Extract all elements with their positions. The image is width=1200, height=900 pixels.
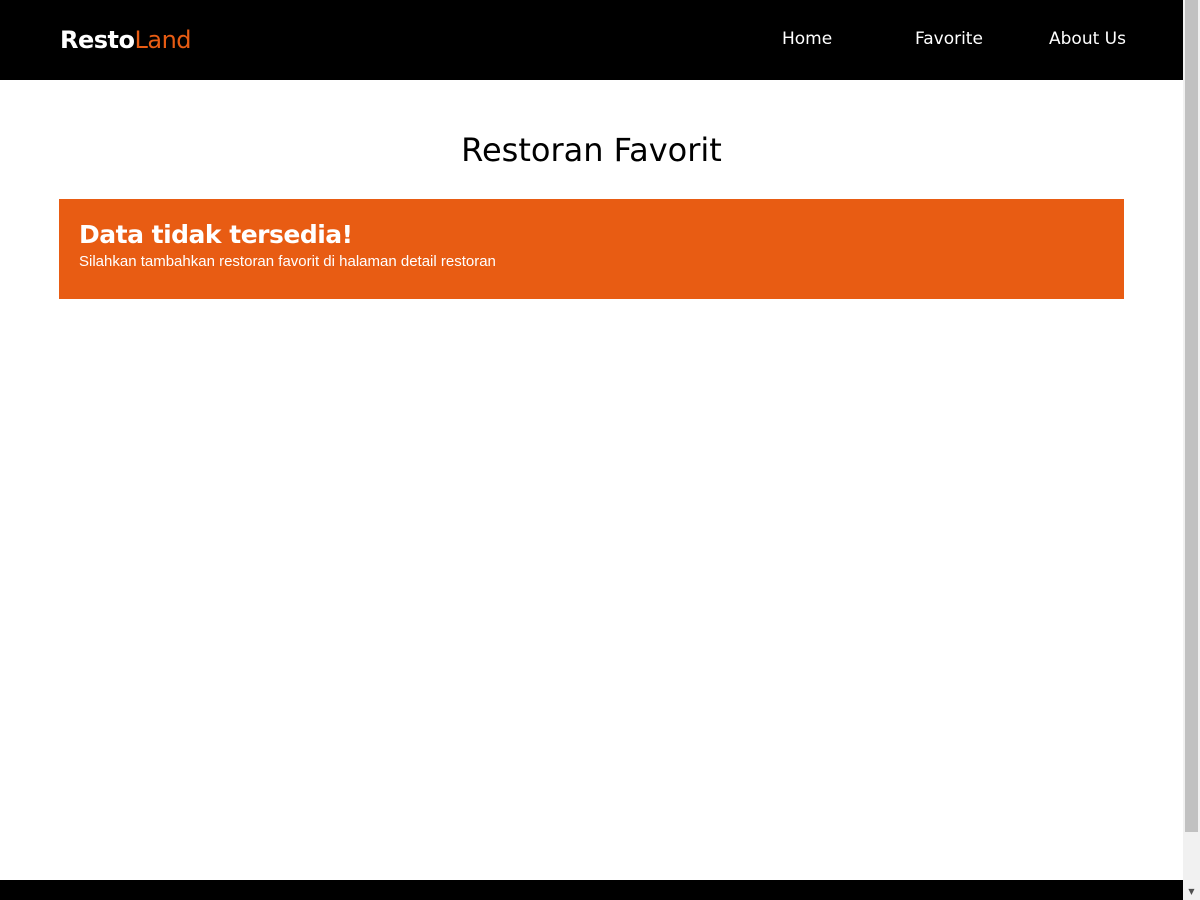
nav-link-about-us[interactable]: About Us: [1049, 28, 1126, 50]
page-title: Restoran Favorit: [461, 131, 722, 169]
vertical-scrollbar[interactable]: ▼: [1183, 0, 1200, 900]
scrollbar-thumb[interactable]: [1185, 0, 1198, 832]
brand-logo[interactable]: RestoLand: [60, 24, 192, 56]
app-footer: [0, 880, 1183, 900]
nav-link-favorite[interactable]: Favorite: [915, 28, 983, 50]
empty-state-title: Data tidak tersedia!: [79, 220, 353, 249]
logo-text-land: Land: [134, 26, 192, 54]
app-header: RestoLand Home Favorite About Us: [0, 0, 1183, 80]
empty-state-card: Data tidak tersedia! Silahkan tambahkan …: [59, 199, 1124, 299]
empty-state-message: Silahkan tambahkan restoran favorit di h…: [79, 253, 496, 270]
nav-link-home[interactable]: Home: [782, 28, 832, 50]
logo-text-resto: Resto: [60, 26, 135, 54]
scroll-down-arrow-icon[interactable]: ▼: [1183, 883, 1200, 900]
page-viewport: RestoLand Home Favorite About Us Restora…: [0, 0, 1183, 900]
